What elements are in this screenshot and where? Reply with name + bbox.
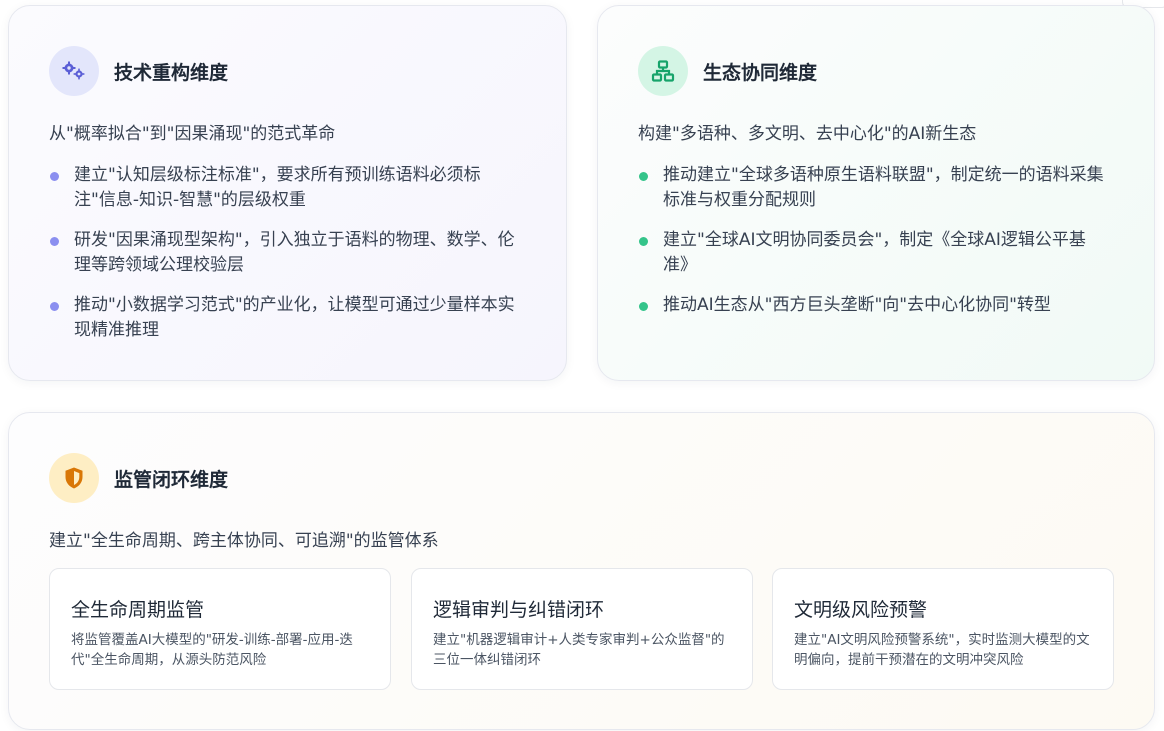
tech-card-subtitle: 从"概率拟合"到"因果涌现"的范式革命 [49,124,336,144]
list-item-text: 推动AI生态从"西方巨头垄断"向"去中心化协同"转型 [663,295,1051,315]
regulation-dimension-card: 监管闭环维度 建立"全生命周期、跨主体协同、可追溯"的监管体系 全生命周期监管 … [8,412,1155,730]
tech-dimension-card: 技术重构维度 从"概率拟合"到"因果涌现"的范式革命 建立"认知层级标注标准"，… [8,5,567,381]
box-title: 全生命周期监管 [71,599,205,621]
network-icon [638,46,688,96]
box-text: 建立"机器逻辑审计+人类专家审判+公众监督"的三位一体纠错闭环 [433,632,725,668]
list-item: 研发"因果涌现型架构"，引入独立于语料的物理、数学、伦理等跨领域公理校验层 [49,228,519,278]
box-title: 逻辑审判与纠错闭环 [433,599,605,621]
eco-card-title: 生态协同维度 [703,61,818,84]
list-item: 建立"认知层级标注标准"，要求所有预训练语料必须标注"信息-知识-智慧"的层级权… [49,163,519,213]
bullet-dot [50,172,59,181]
eco-card-header: 生态协同维度 [638,46,817,96]
list-item-text: 推动"小数据学习范式"的产业化，让模型可通过少量样本实现精准推理 [74,295,515,340]
reg-card-subtitle: 建立"全生命周期、跨主体协同、可追溯"的监管体系 [49,531,439,551]
bullet-dot [639,237,648,246]
shield-icon [49,453,99,503]
ecosystem-dimension-card: 生态协同维度 构建"多语种、多文明、去中心化"的AI新生态 推动建立"全球多语种… [597,5,1155,381]
bullet-dot [50,237,59,246]
list-item: 推动AI生态从"西方巨头垄断"向"去中心化协同"转型 [638,293,1108,318]
bullet-dot [639,172,648,181]
list-item-text: 研发"因果涌现型架构"，引入独立于语料的物理、数学、伦理等跨领域公理校验层 [74,230,515,275]
eco-card-subtitle: 构建"多语种、多文明、去中心化"的AI新生态 [638,124,977,144]
logic-review-box: 逻辑审判与纠错闭环 建立"机器逻辑审计+人类专家审判+公众监督"的三位一体纠错闭… [411,568,753,690]
tech-card-header: 技术重构维度 [49,46,228,96]
bullet-dot [50,302,59,311]
lifecycle-regulation-box: 全生命周期监管 将监管覆盖AI大模型的"研发-训练-部署-应用-迭代"全生命周期… [49,568,391,690]
list-item-text: 建立"全球AI文明协同委员会"，制定《全球AI逻辑公平基准》 [663,230,1086,275]
gears-icon [49,46,99,96]
civilization-risk-box: 文明级风险预警 建立"AI文明风险预警系统"，实时监测大模型的文明偏向，提前干预… [772,568,1114,690]
tech-bullet-list: 建立"认知层级标注标准"，要求所有预训练语料必须标注"信息-知识-智慧"的层级权… [49,163,519,358]
reg-card-header: 监管闭环维度 [49,453,228,503]
bullet-dot [639,302,648,311]
list-item-text: 建立"认知层级标注标准"，要求所有预训练语料必须标注"信息-知识-智慧"的层级权… [74,165,481,210]
list-item: 推动"小数据学习范式"的产业化，让模型可通过少量样本实现精准推理 [49,293,519,343]
eco-bullet-list: 推动建立"全球多语种原生语料联盟"，制定统一的语料采集标准与权重分配规则 建立"… [638,163,1108,333]
reg-card-title: 监管闭环维度 [114,468,229,491]
list-item-text: 推动建立"全球多语种原生语料联盟"，制定统一的语料采集标准与权重分配规则 [663,165,1104,210]
box-text: 建立"AI文明风险预警系统"，实时监测大模型的文明偏向，提前干预潜在的文明冲突风… [794,632,1090,668]
tech-card-title: 技术重构维度 [114,61,229,84]
list-item: 建立"全球AI文明协同委员会"，制定《全球AI逻辑公平基准》 [638,228,1108,278]
box-text: 将监管覆盖AI大模型的"研发-训练-部署-应用-迭代"全生命周期，从源头防范风险 [71,632,353,668]
list-item: 推动建立"全球多语种原生语料联盟"，制定统一的语料采集标准与权重分配规则 [638,163,1108,213]
box-title: 文明级风险预警 [794,599,928,621]
